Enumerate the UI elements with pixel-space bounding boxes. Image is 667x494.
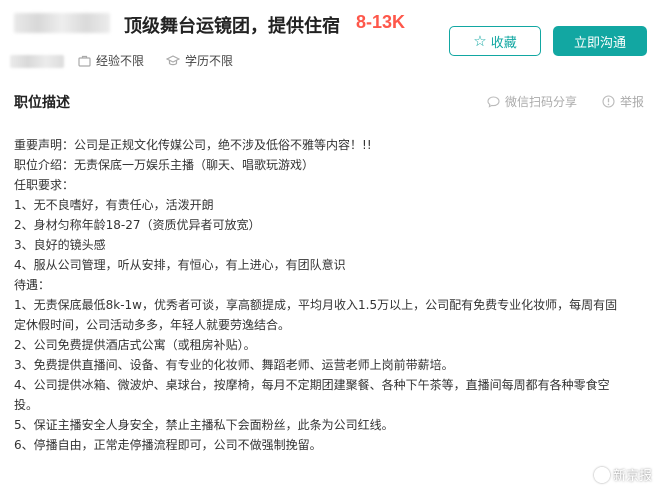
star-icon: ☆ [473, 31, 487, 50]
weibo-logo-icon [594, 466, 610, 483]
description-line: 3、免费提供直播间、设备、有专业的化妆师、舞蹈老师、运营老师上岗前带薪培。 [14, 358, 454, 372]
wechat-share-label: 微信扫码分享 [505, 95, 578, 109]
graduation-cap-icon [166, 54, 180, 65]
experience-requirement: 经验不限 [78, 52, 144, 69]
wechat-share-button[interactable]: 微信扫码分享 [487, 93, 577, 110]
favorite-button[interactable]: ☆ 收藏 [449, 26, 541, 56]
experience-text: 经验不限 [96, 54, 145, 68]
description-line: 重要声明：公司是正规文化传媒公司，绝不涉及低俗不雅等内容！!! [14, 138, 372, 152]
briefcase-icon [78, 55, 91, 67]
report-label: 举报 [620, 95, 645, 109]
description-line: 2、公司免费提供酒店式公寓（或租房补贴）。 [14, 338, 256, 352]
description-line: 投。 [14, 398, 39, 412]
description-line: 2、身材匀称年龄18-27（资质优异者可放宽） [14, 218, 261, 232]
section-title: 职位描述 [14, 95, 70, 111]
description-line: 4、服从公司管理，听从安排，有恒心，有上进心，有团队意识 [14, 258, 346, 272]
education-requirement: 学历不限 [166, 52, 233, 69]
favorite-label: 收藏 [490, 35, 517, 51]
description-line: 定休假时间，公司活动多多，年轻人就要劳逸结合。 [14, 318, 291, 332]
description-line: 5、保证主播安全人身安全，禁止主播私下会面粉丝，此条为公司红线。 [14, 418, 394, 432]
education-text: 学历不限 [185, 54, 234, 68]
warning-icon [602, 95, 615, 108]
salary: 8-13K [356, 12, 406, 32]
report-button[interactable]: 举报 [602, 93, 644, 110]
location-blurred [10, 55, 64, 68]
description-line: 1、无责保底最低8k-1w，优秀者可谈，享高额提成，平均月收入1.5万以上，公司… [14, 298, 618, 312]
job-description: 重要声明：公司是正规文化传媒公司，绝不涉及低俗不雅等内容！!! 职位介绍：无责保… [14, 135, 654, 455]
company-name-blurred [14, 13, 110, 33]
description-line: 职位介绍：无责保底一万娱乐主播（聊天、唱歌玩游戏） [14, 158, 315, 172]
watermark-text: 新京报 [613, 469, 653, 484]
chat-now-button[interactable]: 立即沟通 [553, 26, 647, 56]
description-line: 4、公司提供冰箱、微波炉、桌球台，按摩椅，每月不定期团建聚餐、各种下午茶等，直播… [14, 378, 610, 392]
description-line: 待遇： [14, 278, 51, 292]
chat-now-label: 立即沟通 [573, 35, 626, 51]
news-watermark: 新京报 [594, 465, 652, 484]
job-title: 顶级舞台运镜团，提供住宿 [124, 16, 340, 37]
description-line: 6、停播自由，正常走停播流程即可，公司不做强制挽留。 [14, 438, 322, 452]
description-line: 1、无不良嗜好，有责任心，活泼开朗 [14, 198, 214, 212]
chat-bubble-icon [487, 95, 500, 108]
job-header: 顶级舞台运镜团，提供住宿 8-13K ☆ 收藏 立即沟通 经验不限 学历不限 [0, 0, 667, 88]
description-line: 3、良好的镜头感 [14, 238, 106, 252]
description-line: 任职要求： [14, 178, 75, 192]
